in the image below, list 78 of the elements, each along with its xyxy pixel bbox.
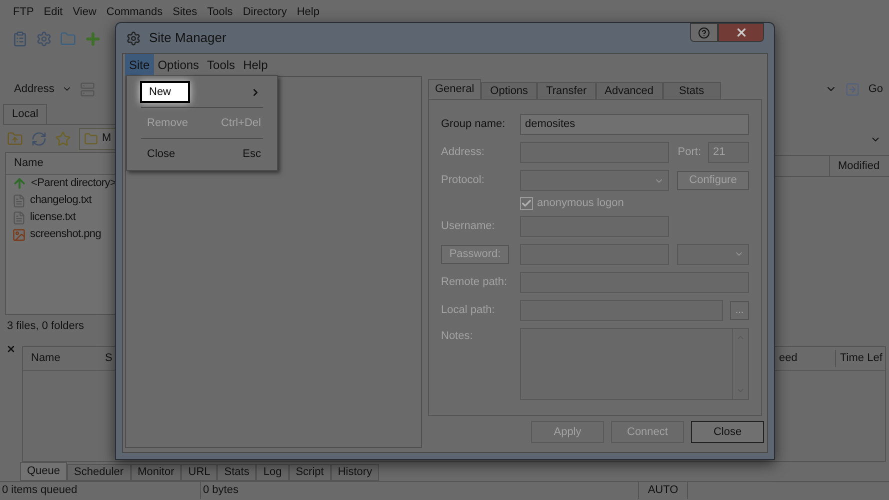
tab[interactable]: Options — [481, 82, 538, 99]
field-label: Notes: — [441, 328, 474, 344]
go-button[interactable]: Go — [868, 80, 883, 98]
column-header[interactable]: Time Lef — [835, 350, 885, 367]
menu-item[interactable]: Edit — [44, 4, 63, 21]
local-status-text: 3 files, 0 folders — [7, 318, 84, 334]
close-icon[interactable] — [6, 344, 16, 354]
column-header[interactable]: Modified — [829, 156, 889, 176]
close-icon — [734, 26, 748, 39]
menu-item[interactable]: New — [140, 81, 190, 103]
file-name[interactable]: changelog.txt — [30, 192, 92, 209]
address-label[interactable]: Address — [14, 80, 54, 98]
dialog-button[interactable]: Close — [691, 421, 764, 443]
folder-icon[interactable] — [60, 30, 76, 46]
menu-item[interactable]: Sites — [172, 4, 198, 21]
tab[interactable]: Stats — [662, 82, 721, 99]
checkbox-label: anonymous logon — [537, 196, 624, 211]
column-header[interactable]: S — [105, 350, 115, 367]
status-text: 0 bytes — [200, 482, 638, 499]
help-icon — [698, 26, 710, 38]
menu-item[interactable]: Site — [125, 54, 154, 76]
path-text: M — [102, 131, 112, 146]
star-icon[interactable] — [55, 130, 71, 146]
column-header[interactable]: Name — [23, 350, 105, 367]
plus-icon[interactable] — [84, 30, 102, 48]
document-icon[interactable] — [12, 30, 28, 46]
shortcut-text: Ctrl+Del — [220, 116, 261, 131]
text-file-icon — [12, 194, 26, 208]
tab[interactable]: General — [428, 79, 482, 99]
text-file-icon — [12, 210, 26, 224]
local-tab[interactable]: Local — [3, 104, 48, 124]
menu-item[interactable]: Options — [154, 54, 204, 76]
field-label: Address: — [441, 145, 486, 160]
window-title: Site Manager — [149, 29, 226, 48]
check-icon — [521, 198, 532, 209]
menu-item[interactable]: Commands — [106, 4, 163, 21]
bottom-tab[interactable]: Queue — [20, 462, 68, 481]
menu-item[interactable]: View — [72, 4, 96, 21]
status-text: AUTO — [638, 482, 688, 499]
field-label: Username: — [441, 218, 496, 234]
folder-icon — [84, 132, 98, 146]
menu-item[interactable]: Close — [147, 143, 176, 165]
close-button[interactable] — [718, 23, 764, 42]
refresh-icon[interactable] — [31, 130, 47, 146]
menu-item[interactable]: Tools — [207, 4, 233, 21]
field-label: Remote path: — [441, 274, 508, 290]
field-value: 21 — [713, 145, 726, 160]
password-type-dropdown[interactable] — [677, 244, 749, 264]
bottom-tab[interactable]: Monitor — [130, 464, 182, 481]
file-name[interactable]: license.txt — [30, 209, 76, 226]
bottom-tab[interactable]: Stats — [217, 464, 256, 481]
settings-icon[interactable] — [36, 30, 52, 46]
menu-item[interactable]: Tools — [203, 54, 240, 76]
menu-item[interactable]: FTP — [13, 4, 34, 21]
status-text: 0 items queued — [1, 483, 78, 498]
field-label: Local path: — [441, 302, 496, 318]
tab[interactable]: Transfer — [537, 82, 596, 99]
field-label: Protocol: — [441, 173, 486, 188]
file-name[interactable]: screenshot.png — [30, 226, 102, 243]
menu-item[interactable]: Help — [296, 4, 320, 21]
menu-item[interactable]: Help — [239, 54, 272, 76]
bottom-tab[interactable]: Script — [288, 464, 331, 481]
help-button[interactable] — [690, 23, 718, 42]
tab[interactable]: Advanced — [596, 82, 663, 99]
file-name[interactable]: <Parent directory> — [31, 175, 116, 192]
menu-item[interactable]: Directory — [242, 4, 287, 21]
folder-up-icon[interactable] — [7, 130, 23, 146]
bottom-tab[interactable]: History — [330, 464, 380, 481]
bottom-tab[interactable]: Log — [256, 464, 289, 481]
field-label: Group name: — [441, 117, 506, 132]
field-value: demosites — [525, 117, 576, 132]
group-name-field[interactable]: demosites — [520, 114, 749, 135]
bottom-tab[interactable]: URL — [181, 464, 218, 481]
column-header[interactable]: eed — [777, 350, 835, 367]
shortcut-text: Esc — [242, 146, 261, 162]
bottom-tab[interactable]: Scheduler — [67, 464, 131, 481]
field-label: Port: — [678, 145, 701, 160]
image-file-icon — [12, 228, 26, 242]
